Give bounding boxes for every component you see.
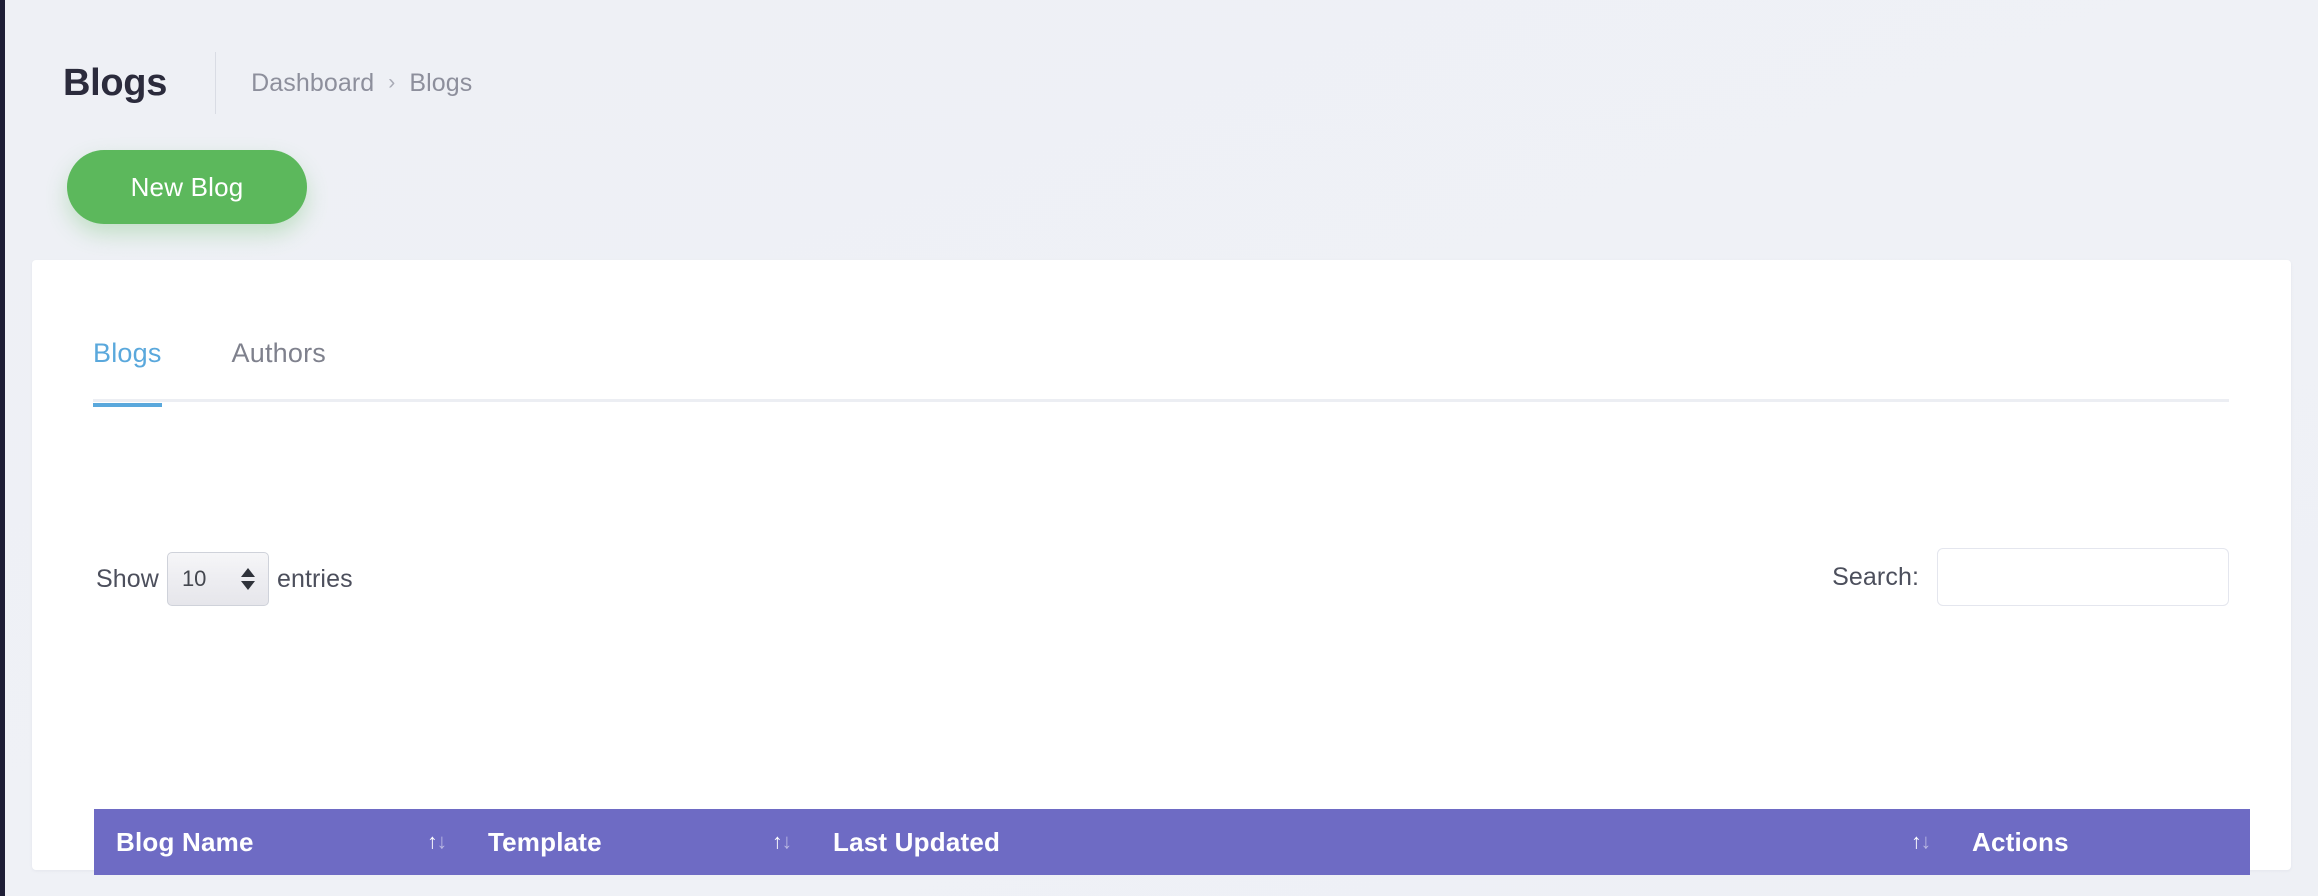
column-label: Blog Name	[116, 826, 254, 857]
cell-blog-name: Sample Blog	[94, 875, 466, 896]
page-content: Blogs Dashboard › Blogs New Blog Blogs A…	[5, 0, 2318, 896]
column-label: Template	[488, 826, 602, 857]
cell-actions	[1950, 875, 2250, 896]
header-divider	[215, 52, 217, 114]
breadcrumb: Dashboard › Blogs	[251, 69, 472, 98]
new-blog-button[interactable]: New Blog	[67, 150, 307, 224]
cell-template: Blog	[466, 875, 811, 896]
chevron-right-icon: ›	[388, 71, 396, 94]
column-header-last-updated[interactable]: Last Updated ↑↓	[811, 809, 1950, 875]
show-label: Show	[96, 564, 159, 593]
column-label: Last Updated	[833, 826, 1001, 857]
page-length-control: Show 10 entries	[96, 552, 353, 606]
page-title: Blogs	[63, 62, 168, 104]
blogs-card: Blogs Authors Show 10 entries Search: Bl…	[32, 260, 2291, 875]
column-label: Actions	[1972, 826, 2069, 857]
blogs-table: Blog Name ↑↓ Template ↑↓ Last Updated ↑↓…	[94, 809, 2250, 896]
sort-icon[interactable]: ↑↓	[772, 832, 792, 853]
search-label: Search:	[1832, 562, 1919, 591]
tab-blogs[interactable]: Blogs	[93, 338, 162, 407]
sort-icon[interactable]: ↑↓	[427, 832, 447, 853]
entries-label: entries	[276, 564, 353, 593]
table-header-row: Blog Name ↑↓ Template ↑↓ Last Updated ↑↓…	[94, 809, 2250, 875]
table-row: Sample Blog Blog May 16, 2022 - 4:24:09 …	[94, 875, 2250, 896]
breadcrumb-dashboard[interactable]: Dashboard	[251, 69, 374, 98]
page-length-value: 10	[181, 566, 207, 591]
search-input[interactable]	[1937, 548, 2229, 606]
cell-last-updated: May 16, 2022 - 4:24:09 pm	[811, 875, 1950, 896]
tab-authors[interactable]: Authors	[232, 338, 326, 407]
tab-list: Blogs Authors	[93, 338, 326, 407]
page-header: Blogs Dashboard › Blogs	[63, 52, 472, 114]
sort-icon[interactable]: ↑↓	[1911, 832, 1931, 853]
breadcrumb-current: Blogs	[409, 68, 473, 97]
search-control: Search:	[1832, 548, 2229, 606]
column-header-blog-name[interactable]: Blog Name ↑↓	[94, 809, 466, 875]
stepper-arrows-icon	[240, 568, 255, 590]
column-header-actions: Actions	[1950, 809, 2250, 875]
tab-rule	[93, 399, 2229, 402]
column-header-template[interactable]: Template ↑↓	[466, 809, 811, 875]
page-length-select[interactable]: 10	[166, 552, 269, 606]
